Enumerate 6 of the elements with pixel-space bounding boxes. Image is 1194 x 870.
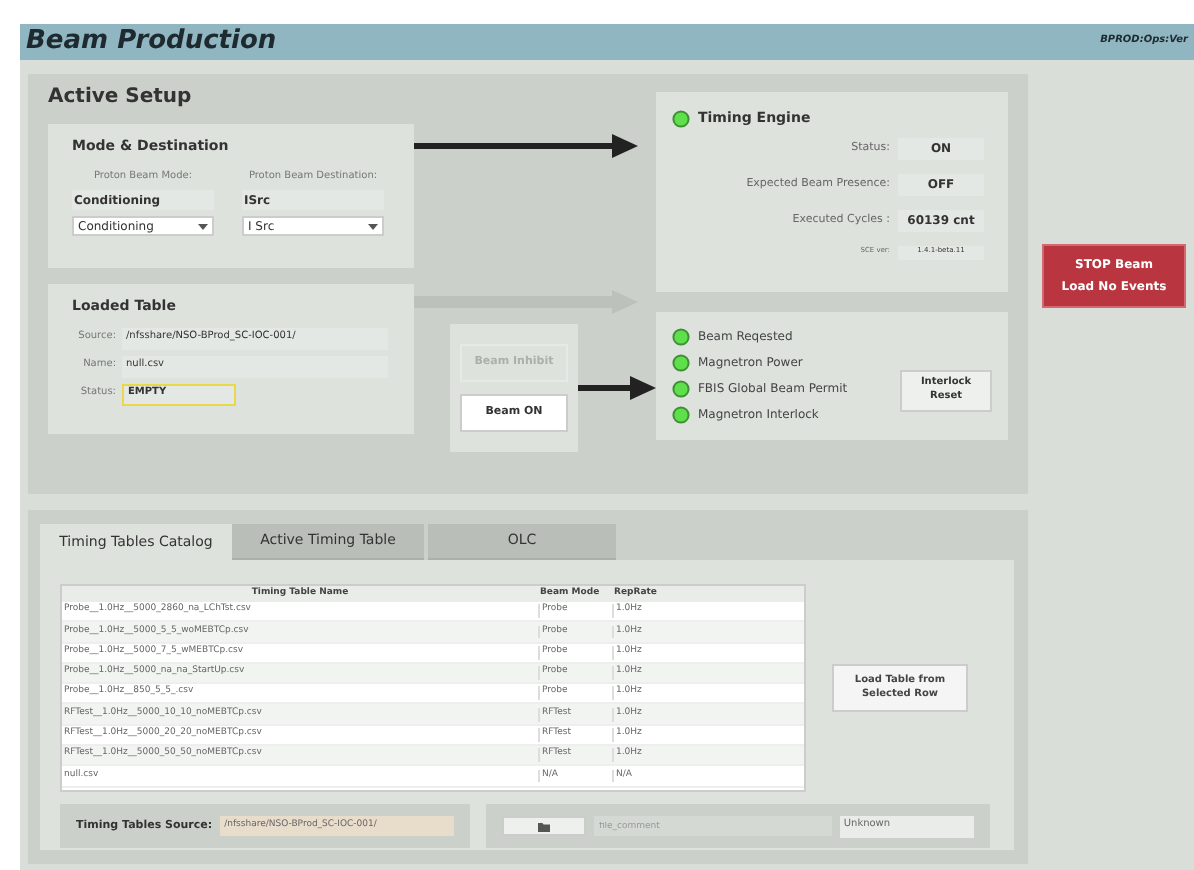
folder-button[interactable] <box>502 816 587 836</box>
caret-icon <box>198 223 208 229</box>
panel-title: Active Setup <box>48 84 194 112</box>
folder-icon <box>538 821 551 831</box>
caret-icon <box>368 223 378 229</box>
window-title: Beam Production <box>26 24 277 61</box>
